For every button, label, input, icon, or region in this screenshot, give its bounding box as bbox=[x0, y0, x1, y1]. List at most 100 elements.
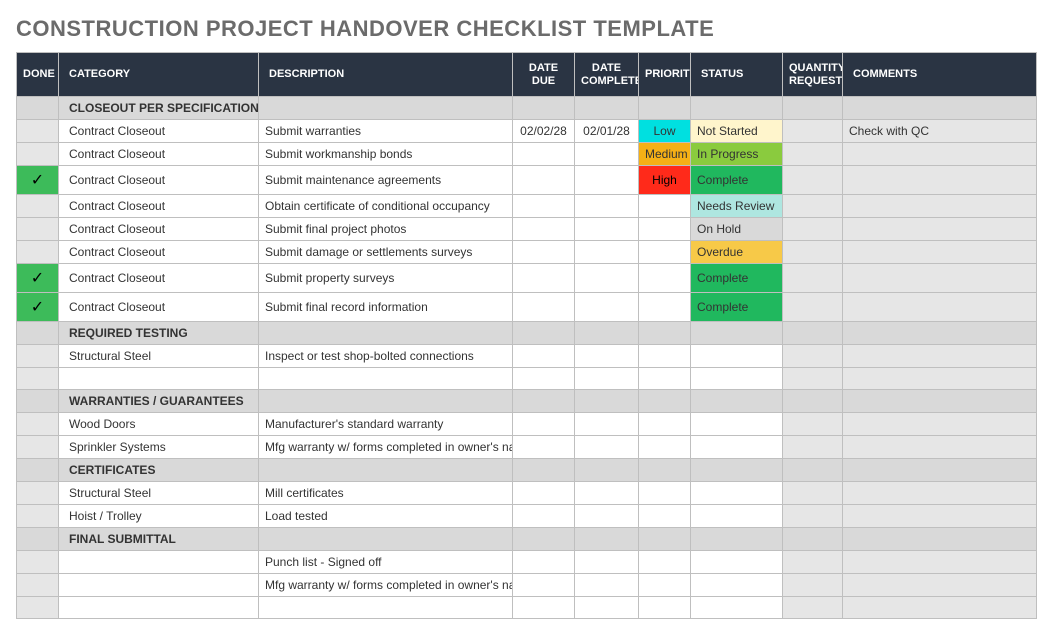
status-cell[interactable]: In Progress bbox=[691, 143, 783, 166]
date-due-cell[interactable] bbox=[513, 413, 575, 436]
status-cell[interactable] bbox=[691, 413, 783, 436]
quantity-cell[interactable] bbox=[783, 241, 843, 264]
date-due-cell[interactable] bbox=[513, 551, 575, 574]
status-cell[interactable]: Complete bbox=[691, 166, 783, 195]
description-cell[interactable]: Submit warranties bbox=[259, 120, 513, 143]
date-due-cell[interactable] bbox=[513, 143, 575, 166]
date-completed-cell[interactable] bbox=[575, 241, 639, 264]
comments-cell[interactable] bbox=[843, 345, 1037, 368]
done-cell[interactable] bbox=[17, 597, 59, 619]
description-cell[interactable]: Submit maintenance agreements bbox=[259, 166, 513, 195]
category-cell[interactable]: Contract Closeout bbox=[59, 293, 259, 322]
date-completed-cell[interactable] bbox=[575, 195, 639, 218]
description-cell[interactable]: Submit final record information bbox=[259, 293, 513, 322]
date-due-cell[interactable] bbox=[513, 345, 575, 368]
category-cell[interactable]: Structural Steel bbox=[59, 345, 259, 368]
priority-cell[interactable] bbox=[639, 505, 691, 528]
priority-cell[interactable]: Medium bbox=[639, 143, 691, 166]
priority-cell[interactable]: Low bbox=[639, 120, 691, 143]
comments-cell[interactable] bbox=[843, 166, 1037, 195]
quantity-cell[interactable] bbox=[783, 218, 843, 241]
quantity-cell[interactable] bbox=[783, 482, 843, 505]
quantity-cell[interactable] bbox=[783, 551, 843, 574]
priority-cell[interactable] bbox=[639, 551, 691, 574]
date-completed-cell[interactable] bbox=[575, 264, 639, 293]
date-completed-cell[interactable] bbox=[575, 482, 639, 505]
done-cell[interactable] bbox=[17, 390, 59, 413]
date-due-cell[interactable] bbox=[513, 293, 575, 322]
done-checkbox[interactable] bbox=[17, 120, 59, 143]
comments-cell[interactable] bbox=[843, 574, 1037, 597]
status-cell[interactable] bbox=[691, 345, 783, 368]
date-completed-cell[interactable] bbox=[575, 166, 639, 195]
priority-cell[interactable] bbox=[639, 218, 691, 241]
date-completed-cell[interactable] bbox=[575, 436, 639, 459]
done-checkbox[interactable] bbox=[17, 218, 59, 241]
status-cell[interactable]: Overdue bbox=[691, 241, 783, 264]
done-cell[interactable] bbox=[17, 528, 59, 551]
date-due-cell[interactable] bbox=[513, 166, 575, 195]
date-completed-cell[interactable] bbox=[575, 551, 639, 574]
quantity-cell[interactable] bbox=[783, 166, 843, 195]
status-cell[interactable]: Complete bbox=[691, 264, 783, 293]
description-cell[interactable]: Submit final project photos bbox=[259, 218, 513, 241]
quantity-cell[interactable] bbox=[783, 293, 843, 322]
date-completed-cell[interactable] bbox=[575, 413, 639, 436]
category-cell[interactable]: Contract Closeout bbox=[59, 143, 259, 166]
description-cell[interactable]: Mill certificates bbox=[259, 482, 513, 505]
comments-cell[interactable] bbox=[843, 551, 1037, 574]
done-checkbox[interactable] bbox=[17, 482, 59, 505]
done-cell[interactable] bbox=[17, 97, 59, 120]
description-cell[interactable]: Load tested bbox=[259, 505, 513, 528]
done-cell[interactable] bbox=[17, 322, 59, 345]
comments-cell[interactable] bbox=[843, 505, 1037, 528]
priority-cell[interactable] bbox=[639, 195, 691, 218]
date-completed-cell[interactable] bbox=[575, 143, 639, 166]
comments-cell[interactable] bbox=[843, 413, 1037, 436]
status-cell[interactable]: Complete bbox=[691, 293, 783, 322]
description-cell[interactable]: Inspect or test shop-bolted connections bbox=[259, 345, 513, 368]
status-cell[interactable]: Needs Review bbox=[691, 195, 783, 218]
date-due-cell[interactable] bbox=[513, 482, 575, 505]
quantity-cell[interactable] bbox=[783, 436, 843, 459]
date-completed-cell[interactable] bbox=[575, 218, 639, 241]
quantity-cell[interactable] bbox=[783, 264, 843, 293]
comments-cell[interactable] bbox=[843, 436, 1037, 459]
quantity-cell[interactable] bbox=[783, 505, 843, 528]
date-due-cell[interactable] bbox=[513, 218, 575, 241]
done-checkbox[interactable] bbox=[17, 551, 59, 574]
quantity-cell[interactable] bbox=[783, 368, 843, 390]
done-checkbox[interactable] bbox=[17, 413, 59, 436]
date-due-cell[interactable] bbox=[513, 505, 575, 528]
category-cell[interactable]: Contract Closeout bbox=[59, 241, 259, 264]
priority-cell[interactable] bbox=[639, 345, 691, 368]
date-completed-cell[interactable] bbox=[575, 574, 639, 597]
priority-cell[interactable] bbox=[639, 293, 691, 322]
quantity-cell[interactable] bbox=[783, 195, 843, 218]
status-cell[interactable] bbox=[691, 482, 783, 505]
comments-cell[interactable] bbox=[843, 241, 1037, 264]
quantity-cell[interactable] bbox=[783, 345, 843, 368]
done-cell[interactable] bbox=[17, 459, 59, 482]
priority-cell[interactable]: High bbox=[639, 166, 691, 195]
comments-cell[interactable] bbox=[843, 597, 1037, 619]
comments-cell[interactable] bbox=[843, 368, 1037, 390]
description-cell[interactable]: Mfg warranty w/ forms completed in owner… bbox=[259, 574, 513, 597]
comments-cell[interactable] bbox=[843, 143, 1037, 166]
status-cell[interactable] bbox=[691, 436, 783, 459]
done-checkbox[interactable] bbox=[17, 143, 59, 166]
comments-cell[interactable] bbox=[843, 218, 1037, 241]
done-checkbox[interactable]: ✓ bbox=[17, 166, 59, 195]
done-checkbox[interactable] bbox=[17, 195, 59, 218]
category-cell[interactable]: Contract Closeout bbox=[59, 120, 259, 143]
date-due-cell[interactable] bbox=[513, 264, 575, 293]
date-due-cell[interactable] bbox=[513, 436, 575, 459]
date-completed-cell[interactable]: 02/01/28 bbox=[575, 120, 639, 143]
description-cell[interactable]: Obtain certificate of conditional occupa… bbox=[259, 195, 513, 218]
done-checkbox[interactable] bbox=[17, 436, 59, 459]
category-cell[interactable]: Contract Closeout bbox=[59, 195, 259, 218]
description-cell[interactable]: Submit damage or settlements surveys bbox=[259, 241, 513, 264]
description-cell[interactable]: Punch list - Signed off bbox=[259, 551, 513, 574]
done-cell[interactable] bbox=[17, 368, 59, 390]
category-cell[interactable]: Contract Closeout bbox=[59, 264, 259, 293]
